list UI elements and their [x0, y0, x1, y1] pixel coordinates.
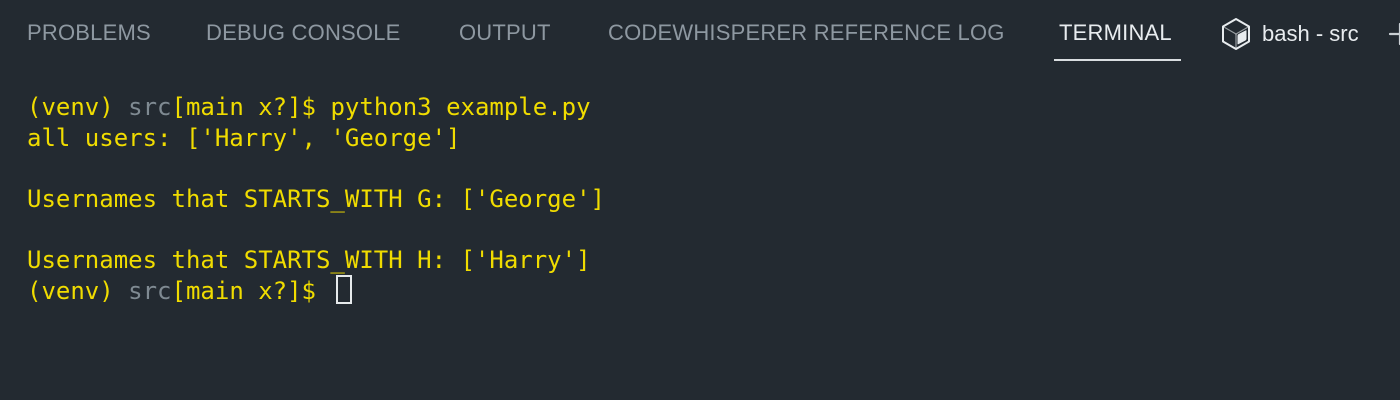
prompt-directory: src	[128, 277, 172, 305]
prompt-directory: src	[128, 93, 172, 121]
terminal-shell-icon	[1220, 17, 1252, 51]
output-starts-with-g: Usernames that STARTS_WITH G: ['George']	[27, 184, 605, 213]
tab-codewhisperer-reference-log[interactable]: CODEWHISPERER REFERENCE LOG	[608, 18, 1005, 48]
tab-problems[interactable]: PROBLEMS	[27, 18, 151, 48]
panel-tab-bar: PROBLEMS DEBUG CONSOLE OUTPUT CODEWHISPE…	[0, 0, 1400, 64]
terminal-output[interactable]: (venv) src[main x?]$ python3 example.py …	[27, 92, 1387, 392]
output-starts-with-h: Usernames that STARTS_WITH H: ['Harry']	[27, 245, 591, 274]
output-all-users: all users: ['Harry', 'George']	[27, 123, 461, 152]
terminal-cursor	[336, 275, 353, 304]
prompt-branch: [main x?]$	[171, 93, 331, 121]
prompt-env: (venv)	[27, 93, 129, 121]
terminal-panel: PROBLEMS DEBUG CONSOLE OUTPUT CODEWHISPE…	[0, 0, 1400, 400]
tab-terminal[interactable]: TERMINAL	[1059, 18, 1172, 48]
tab-debug-console[interactable]: DEBUG CONSOLE	[206, 18, 401, 48]
prompt-env: (venv)	[27, 277, 129, 305]
terminal-instance-selector[interactable]: bash - src	[1220, 17, 1359, 51]
terminal-line-prompt: (venv) src[main x?]$	[27, 275, 1387, 306]
terminal-instance-label: bash - src	[1262, 21, 1359, 46]
active-tab-indicator	[1054, 59, 1181, 61]
plus-icon[interactable]	[1386, 20, 1400, 48]
command-text: python3 example.py	[330, 93, 591, 121]
prompt-branch: [main x?]$	[171, 277, 331, 305]
tab-output[interactable]: OUTPUT	[459, 18, 551, 48]
terminal-line-command: (venv) src[main x?]$ python3 example.py	[27, 92, 1387, 123]
